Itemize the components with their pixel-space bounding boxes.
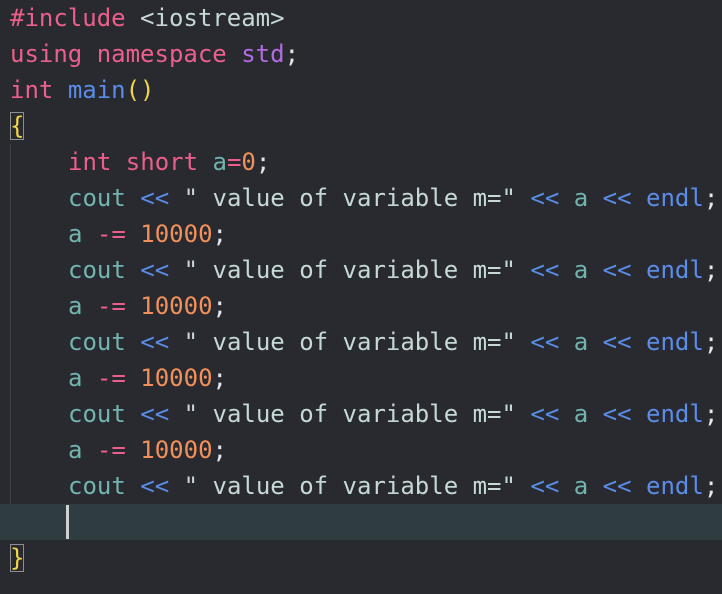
shift-operator: <<	[530, 400, 560, 428]
string-literal: " value of variable m="	[183, 328, 516, 356]
semicolon: ;	[703, 400, 719, 428]
code-line-2[interactable]: using namespace std;	[0, 36, 722, 72]
shift-operator: <<	[140, 472, 170, 500]
code-line-11[interactable]: a -= 10000;	[0, 360, 722, 396]
decl-var: a	[212, 148, 227, 176]
semicolon: ;	[703, 256, 719, 284]
semicolon: ;	[703, 184, 719, 212]
decl-val: 0	[241, 148, 256, 176]
semicolon: ;	[212, 436, 227, 464]
decl-type: int short	[68, 148, 199, 176]
code-line-10[interactable]: cout << " value of variable m=" << a << …	[0, 324, 722, 360]
shift-operator: <<	[140, 328, 170, 356]
code-line-1[interactable]: #include <iostream>	[0, 0, 722, 36]
shift-operator: <<	[602, 184, 632, 212]
var-a: a	[573, 400, 589, 428]
shift-operator: <<	[602, 328, 632, 356]
var-a: a	[573, 328, 589, 356]
open-brace: {	[10, 112, 25, 140]
var-a: a	[573, 472, 589, 500]
main-parens: ()	[125, 76, 155, 104]
decrement-value: 10000	[140, 436, 213, 464]
cout-token: cout	[68, 400, 126, 428]
endl-token: endl	[646, 256, 704, 284]
string-literal: " value of variable m="	[183, 184, 516, 212]
shift-operator: <<	[140, 256, 170, 284]
shift-operator: <<	[140, 400, 170, 428]
using-keyword: using	[10, 40, 83, 68]
code-line-13[interactable]: a -= 10000;	[0, 432, 722, 468]
decrement-value: 10000	[140, 220, 213, 248]
shift-operator: <<	[530, 256, 560, 284]
minus-eq-operator: -=	[96, 436, 126, 464]
endl-token: endl	[646, 328, 704, 356]
shift-operator: <<	[602, 256, 632, 284]
code-line-5[interactable]: int short a=0;	[0, 144, 722, 180]
var-a: a	[68, 220, 83, 248]
main-function: main	[67, 76, 126, 104]
semicolon: ;	[284, 40, 300, 68]
include-directive: #include	[10, 4, 126, 32]
shift-operator: <<	[602, 400, 632, 428]
cout-token: cout	[68, 328, 126, 356]
shift-operator: <<	[530, 184, 560, 212]
cout-token: cout	[68, 472, 126, 500]
namespace-keyword: namespace	[96, 40, 227, 68]
code-line-9[interactable]: a -= 10000;	[0, 288, 722, 324]
shift-operator: <<	[140, 184, 170, 212]
shift-operator: <<	[602, 472, 632, 500]
code-line-16[interactable]: }	[0, 540, 722, 576]
code-line-14[interactable]: cout << " value of variable m=" << a << …	[0, 468, 722, 504]
int-keyword: int	[10, 76, 54, 104]
string-literal: " value of variable m="	[183, 256, 516, 284]
decrement-value: 10000	[140, 292, 213, 320]
decrement-value: 10000	[140, 364, 213, 392]
var-a: a	[573, 256, 589, 284]
shift-operator: <<	[530, 328, 560, 356]
var-a: a	[68, 364, 83, 392]
code-editor[interactable]: #include <iostream> using namespace std;…	[0, 0, 722, 594]
semicolon: ;	[212, 292, 227, 320]
var-a: a	[68, 292, 83, 320]
code-line-6[interactable]: cout << " value of variable m=" << a << …	[0, 180, 722, 216]
code-line-15-current[interactable]	[0, 504, 722, 540]
code-line-3[interactable]: int main()	[0, 72, 722, 108]
endl-token: endl	[646, 400, 704, 428]
semicolon: ;	[703, 328, 719, 356]
code-line-7[interactable]: a -= 10000;	[0, 216, 722, 252]
string-literal: " value of variable m="	[183, 400, 516, 428]
var-a: a	[573, 184, 589, 212]
semicolon: ;	[212, 220, 227, 248]
endl-token: endl	[646, 184, 704, 212]
include-header: <iostream>	[125, 4, 285, 32]
code-line-12[interactable]: cout << " value of variable m=" << a << …	[0, 396, 722, 432]
semicolon: ;	[255, 148, 271, 176]
code-line-4[interactable]: {	[0, 108, 722, 144]
minus-eq-operator: -=	[96, 364, 126, 392]
cout-token: cout	[68, 256, 126, 284]
endl-token: endl	[646, 472, 704, 500]
var-a: a	[68, 436, 83, 464]
shift-operator: <<	[530, 472, 560, 500]
std-namespace: std	[241, 40, 285, 68]
semicolon: ;	[212, 364, 227, 392]
close-brace: }	[10, 544, 25, 572]
minus-eq-operator: -=	[96, 292, 126, 320]
code-line-8[interactable]: cout << " value of variable m=" << a << …	[0, 252, 722, 288]
semicolon: ;	[703, 472, 719, 500]
text-cursor	[66, 505, 69, 539]
string-literal: " value of variable m="	[183, 472, 516, 500]
cout-token: cout	[68, 184, 126, 212]
decl-eq: =	[226, 148, 242, 176]
minus-eq-operator: -=	[96, 220, 126, 248]
